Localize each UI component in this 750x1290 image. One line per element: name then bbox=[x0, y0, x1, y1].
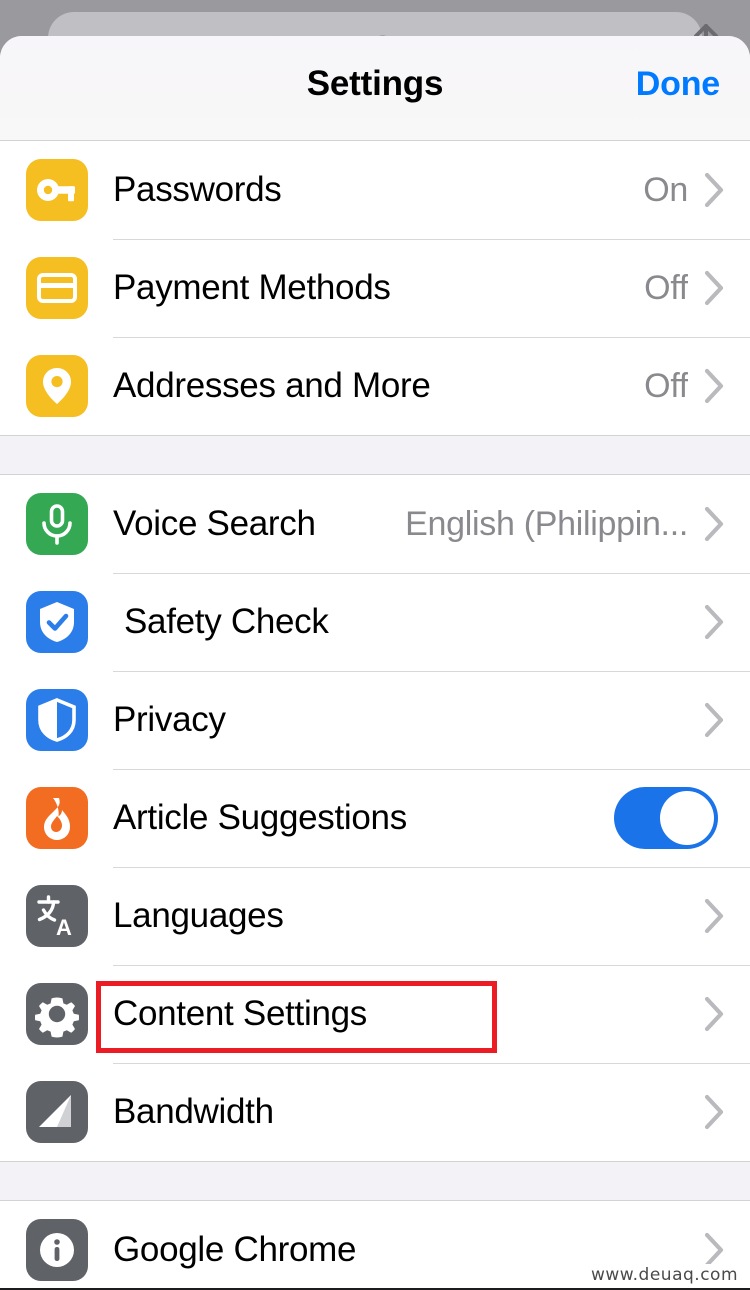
row-icon-slot: A bbox=[0, 885, 113, 947]
row-accessory: On bbox=[643, 171, 750, 210]
group-separator bbox=[0, 435, 750, 475]
settings-row[interactable]: Safety Check bbox=[0, 573, 750, 671]
row-label: Google Chrome bbox=[113, 1230, 357, 1269]
row-label: Content Settings bbox=[113, 994, 367, 1033]
row-accessory bbox=[704, 603, 750, 641]
settings-group: Passwords On Payment Methods Off Addresses… bbox=[0, 141, 750, 435]
gear-icon bbox=[25, 983, 88, 1045]
credit-card-icon bbox=[25, 257, 88, 319]
toggle-knob bbox=[660, 791, 714, 845]
info-icon bbox=[25, 1219, 88, 1281]
chevron-right-icon bbox=[704, 603, 726, 641]
translate-icon: A bbox=[25, 885, 88, 947]
settings-row[interactable]: Privacy bbox=[0, 671, 750, 769]
row-label: Article Suggestions bbox=[113, 798, 407, 837]
row-label: Privacy bbox=[113, 700, 226, 739]
settings-row[interactable]: Article Suggestions bbox=[0, 769, 750, 867]
row-accessory bbox=[704, 1093, 750, 1131]
microphone-icon bbox=[25, 493, 88, 555]
row-label: Voice Search bbox=[113, 504, 316, 543]
chevron-right-icon bbox=[704, 897, 726, 935]
row-label: Passwords bbox=[113, 170, 282, 209]
row-accessory: Off bbox=[644, 269, 750, 308]
row-icon-slot bbox=[0, 1219, 113, 1281]
settings-row[interactable]: Addresses and More Off bbox=[0, 337, 750, 435]
row-label: Bandwidth bbox=[113, 1092, 274, 1131]
row-label: Safety Check bbox=[124, 602, 329, 641]
done-button[interactable]: Done bbox=[636, 65, 720, 104]
chevron-right-icon bbox=[704, 1093, 726, 1131]
row-value: English (Philippin... bbox=[405, 504, 688, 543]
row-label: Addresses and More bbox=[113, 366, 431, 405]
svg-text:A: A bbox=[56, 915, 72, 940]
row-icon-slot bbox=[0, 591, 113, 653]
article-suggestions-toggle[interactable] bbox=[614, 787, 718, 849]
chevron-right-icon bbox=[704, 995, 726, 1033]
settings-row[interactable]: A Languages bbox=[0, 867, 750, 965]
row-icon-slot bbox=[0, 159, 113, 221]
row-accessory bbox=[704, 995, 750, 1033]
row-value: Off bbox=[644, 268, 688, 307]
row-accessory bbox=[704, 701, 750, 739]
row-icon-slot bbox=[0, 493, 113, 555]
row-icon-slot bbox=[0, 983, 113, 1045]
chevron-right-icon bbox=[704, 505, 726, 543]
chevron-right-icon bbox=[704, 269, 726, 307]
row-icon-slot bbox=[0, 355, 113, 417]
settings-sheet: Settings Done Passwords On Payment Method… bbox=[0, 36, 750, 1290]
settings-list: Passwords On Payment Methods Off Addresses… bbox=[0, 141, 750, 1290]
settings-row[interactable]: Passwords On bbox=[0, 141, 750, 239]
chevron-right-icon bbox=[704, 701, 726, 739]
watermark: www.deuaq.com bbox=[587, 1264, 742, 1286]
settings-row[interactable]: Payment Methods Off bbox=[0, 239, 750, 337]
row-icon-slot bbox=[0, 787, 113, 849]
chevron-right-icon bbox=[704, 367, 726, 405]
row-accessory bbox=[704, 897, 750, 935]
row-label: Languages bbox=[113, 896, 284, 935]
row-value: Off bbox=[644, 366, 688, 405]
row-value: On bbox=[643, 170, 688, 209]
chevron-right-icon bbox=[704, 171, 726, 209]
group-separator bbox=[0, 1161, 750, 1201]
shield-privacy-icon bbox=[25, 689, 88, 751]
settings-group: Voice Search English (Philippin... Safety… bbox=[0, 475, 750, 1161]
sheet-header: Settings Done bbox=[0, 36, 750, 141]
row-icon-slot bbox=[0, 257, 113, 319]
signal-icon bbox=[25, 1081, 88, 1143]
row-accessory: Off bbox=[644, 367, 750, 406]
row-accessory: English (Philippin... bbox=[405, 505, 750, 544]
row-accessory bbox=[614, 787, 750, 849]
row-icon-slot bbox=[0, 689, 113, 751]
key-icon bbox=[25, 159, 88, 221]
flame-icon bbox=[25, 787, 88, 849]
settings-row[interactable]: Bandwidth bbox=[0, 1063, 750, 1161]
shield-check-icon bbox=[25, 591, 88, 653]
settings-row[interactable]: Voice Search English (Philippin... bbox=[0, 475, 750, 573]
location-pin-icon bbox=[25, 355, 88, 417]
row-icon-slot bbox=[0, 1081, 113, 1143]
settings-row[interactable]: Content Settings bbox=[0, 965, 750, 1063]
row-label: Payment Methods bbox=[113, 268, 391, 307]
